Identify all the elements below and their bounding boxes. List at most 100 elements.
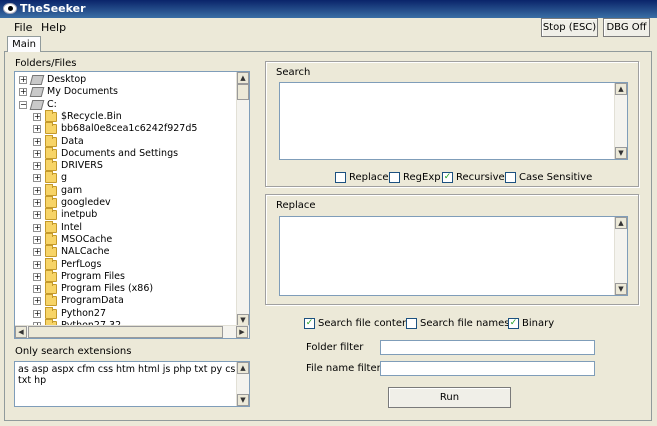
binary-checkbox[interactable]: ✓	[508, 318, 519, 329]
tree-node-label: Program Files (x86)	[61, 283, 154, 295]
expand-icon[interactable]: +	[33, 112, 41, 121]
tree-horizontal-scrollbar[interactable]: ◀ ▶	[15, 325, 249, 338]
tree-node-label: googledev	[61, 197, 111, 208]
expand-icon[interactable]: +	[33, 223, 41, 232]
tree-folder-node[interactable]: + PerfLogs	[15, 257, 235, 271]
search-scrollbar[interactable]: ▲ ▼	[614, 83, 627, 159]
extensions-label: Only search extensions	[15, 346, 132, 357]
stop-button[interactable]: Stop (ESC)	[541, 18, 598, 37]
expand-icon[interactable]: +	[33, 199, 41, 207]
scroll-down-icon[interactable]: ▼	[237, 394, 249, 406]
folder-icon	[45, 122, 57, 135]
tree-folder-node[interactable]: + Data	[15, 134, 235, 148]
tree-folder-node[interactable]: + Program Files (x86)	[15, 282, 235, 295]
replace-textarea[interactable]: ▲ ▼	[279, 216, 628, 296]
replace-checkbox[interactable]	[335, 172, 346, 183]
expand-icon[interactable]: +	[33, 186, 41, 195]
expand-icon[interactable]: +	[33, 248, 41, 257]
scroll-down-icon[interactable]: ▼	[615, 283, 627, 295]
scroll-up-icon[interactable]: ▲	[237, 362, 249, 374]
expand-icon[interactable]: +	[19, 76, 27, 84]
drive-icon	[29, 99, 45, 110]
tree-node-label: ProgramData	[61, 295, 124, 307]
expand-icon[interactable]: +	[33, 211, 41, 220]
tree-folder-node[interactable]: + bb68al0e8cea1c6242f927d5	[15, 122, 235, 135]
expand-icon[interactable]: +	[33, 272, 41, 281]
expand-icon[interactable]: +	[33, 235, 41, 244]
scroll-up-icon[interactable]: ▲	[237, 72, 249, 84]
expand-icon[interactable]: +	[33, 260, 41, 269]
tree-folder-node[interactable]: + Python27	[15, 306, 235, 320]
tree-folder-node[interactable]: + ProgramData	[15, 294, 235, 307]
menu-file[interactable]: File	[14, 21, 32, 34]
tree-drive-node[interactable]: − C:	[15, 99, 235, 111]
collapse-icon[interactable]: −	[19, 100, 27, 109]
tree-node-label: Desktop	[47, 74, 87, 85]
search-file-names-checkbox[interactable]	[406, 318, 417, 329]
tree-folder-node[interactable]: + g	[15, 171, 235, 184]
title-bar: TheSeeker	[0, 0, 657, 18]
scroll-right-icon[interactable]: ▶	[236, 326, 248, 338]
extensions-textarea[interactable]: as asp aspx cfm css htm html js php txt …	[14, 361, 250, 407]
recursive-checkbox[interactable]: ✓	[442, 172, 453, 183]
file-name-filter-input[interactable]	[380, 361, 595, 376]
tree-folder-node[interactable]: + DRIVERS	[15, 159, 235, 172]
search-textarea[interactable]: ▲ ▼	[279, 82, 628, 160]
scroll-up-icon[interactable]: ▲	[615, 217, 627, 229]
scroll-thumb-horizontal[interactable]	[28, 326, 223, 338]
tree-node-label: Data	[61, 135, 84, 147]
search-file-contents-label: Search file contents	[318, 318, 418, 329]
tree-node-label: g	[61, 172, 68, 184]
tree-folder-node[interactable]: + NALCache	[15, 245, 235, 258]
folder-icon	[45, 245, 57, 258]
tree-folder-node[interactable]: + $Recycle.Bin	[15, 109, 235, 123]
folders-label: Folders/Files	[15, 58, 77, 69]
expand-icon[interactable]: +	[33, 309, 41, 318]
expand-icon[interactable]: +	[33, 174, 41, 183]
tree-node-label: $Recycle.Bin	[61, 110, 122, 122]
expand-icon[interactable]: +	[33, 149, 41, 158]
folder-icon	[45, 196, 57, 208]
tree-folder-node[interactable]: + Documents and Settings	[15, 146, 235, 160]
expand-icon[interactable]: +	[33, 125, 41, 134]
tree-folder-node[interactable]: + googledev	[15, 196, 235, 209]
replace-scrollbar[interactable]: ▲ ▼	[614, 217, 627, 295]
expand-icon[interactable]: +	[33, 297, 41, 306]
scroll-up-icon[interactable]: ▲	[615, 83, 627, 95]
tree-drive-node[interactable]: + My Documents	[15, 86, 235, 98]
extensions-scrollbar[interactable]: ▲ ▼	[236, 362, 249, 406]
tree-node-label: bb68al0e8cea1c6242f927d5	[61, 123, 198, 135]
tree-folder-node[interactable]: + Intel	[15, 220, 235, 234]
tree-folder-node[interactable]: + MSOCache	[15, 232, 235, 246]
folder-filter-input[interactable]	[380, 340, 595, 355]
folder-icon	[45, 134, 57, 147]
run-button[interactable]: Run	[388, 387, 511, 408]
folder-icon	[45, 282, 57, 295]
expand-icon[interactable]: +	[33, 162, 41, 171]
binary-label: Binary	[522, 318, 555, 329]
tree-node-label: My Documents	[47, 86, 119, 98]
regexp-checkbox[interactable]	[389, 172, 400, 183]
folder-icon	[45, 306, 57, 319]
tree-folder-node[interactable]: + Program Files	[15, 269, 235, 283]
tree-drive-node[interactable]: + Desktop	[15, 74, 235, 86]
expand-icon[interactable]: +	[33, 285, 41, 294]
menu-help[interactable]: Help	[41, 21, 66, 34]
tree-node-label: inetpub	[61, 209, 98, 221]
folder-tree[interactable]: + Desktop + My Documents − C: + $Recycle.Bin + bb…	[14, 71, 250, 339]
tree-folder-node[interactable]: + gam	[15, 183, 235, 197]
expand-icon[interactable]: +	[33, 137, 41, 146]
scroll-left-icon[interactable]: ◀	[15, 326, 27, 338]
search-file-contents-checkbox[interactable]: ✓	[304, 318, 315, 329]
scroll-down-icon[interactable]: ▼	[615, 147, 627, 159]
tree-vertical-scrollbar[interactable]: ▲ ▼	[236, 72, 249, 326]
debug-toggle-button[interactable]: DBG Off	[603, 18, 650, 37]
drive-icon	[29, 75, 45, 85]
search-label: Search	[276, 67, 311, 78]
expand-icon[interactable]: +	[19, 88, 27, 97]
tree-node-label: PerfLogs	[61, 258, 102, 270]
case-sensitive-checkbox[interactable]	[505, 172, 516, 183]
scroll-thumb[interactable]	[237, 84, 249, 100]
tree-folder-node[interactable]: + inetpub	[15, 208, 235, 221]
tab-main[interactable]: Main	[7, 36, 41, 52]
